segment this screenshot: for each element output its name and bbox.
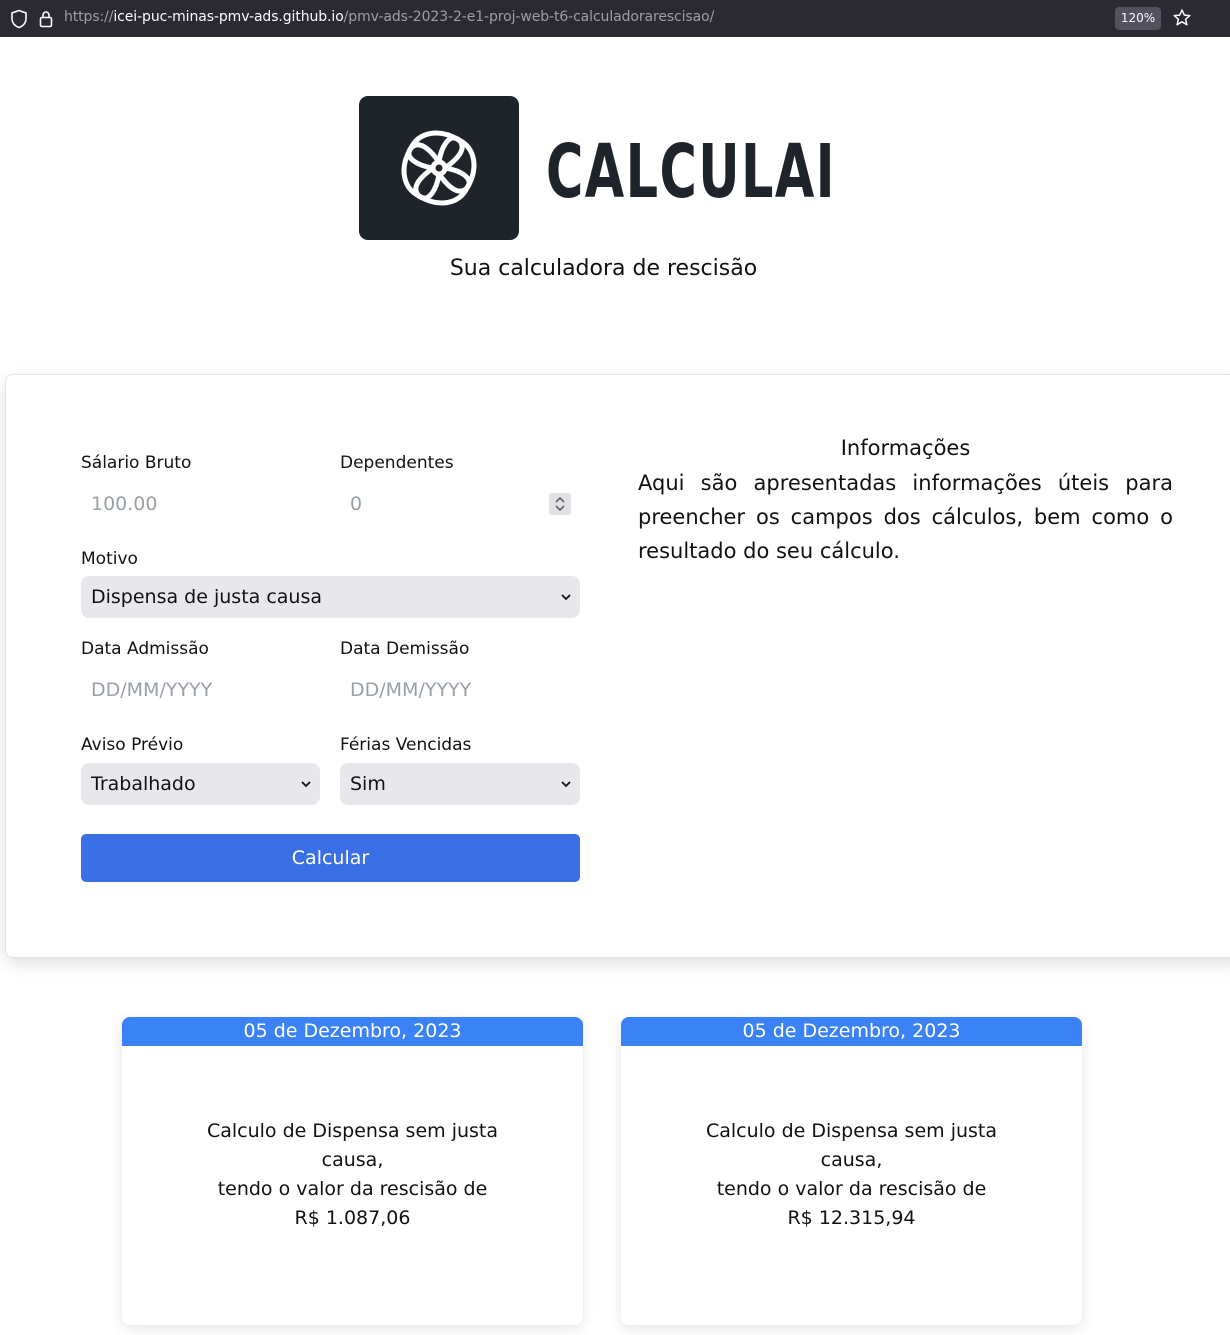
aviso-label: Aviso Prévio xyxy=(81,735,184,755)
result-body: Calculo de Dispensa sem justa causa, ten… xyxy=(122,1117,583,1233)
result-value: R$ 1.087,06 xyxy=(294,1207,411,1229)
dependentes-placeholder: 0 xyxy=(350,493,363,515)
result-date: 05 de Dezembro, 2023 xyxy=(621,1017,1082,1046)
calcular-button[interactable]: Calcular xyxy=(81,834,580,882)
number-spinner-icon[interactable] xyxy=(549,493,571,515)
url-prefix: https:// xyxy=(64,9,114,25)
shield-icon[interactable] xyxy=(10,9,28,29)
zoom-level-button[interactable]: 120% xyxy=(1115,7,1161,30)
ferias-value: Sim xyxy=(350,773,386,795)
result-card: 05 de Dezembro, 2023 Calculo de Dispensa… xyxy=(621,1017,1082,1325)
result-line: tendo o valor da rescisão de xyxy=(217,1178,488,1200)
info-title: Informações xyxy=(840,436,971,460)
result-line: Calculo de Dispensa sem justa xyxy=(705,1120,998,1142)
page-subtitle: Sua calculadora de rescisão xyxy=(449,256,758,281)
result-value: R$ 12.315,94 xyxy=(787,1207,916,1229)
aviso-value: Trabalhado xyxy=(91,773,196,795)
ferias-label: Férias Vencidas xyxy=(340,735,472,755)
salario-input[interactable]: 100.00 xyxy=(81,483,320,525)
result-line: tendo o valor da rescisão de xyxy=(716,1178,987,1200)
motivo-label: Motivo xyxy=(81,549,138,569)
admissao-input[interactable]: DD/MM/YYYY xyxy=(81,669,320,711)
admissao-label: Data Admissão xyxy=(81,639,209,659)
motivo-value: Dispensa de justa causa xyxy=(91,586,322,608)
result-card: 05 de Dezembro, 2023 Calculo de Dispensa… xyxy=(122,1017,583,1325)
ferias-select[interactable]: Sim xyxy=(340,763,580,805)
url-path: /pmv-ads-2023-2-e1-proj-web-t6-calculado… xyxy=(343,9,715,25)
result-date: 05 de Dezembro, 2023 xyxy=(122,1017,583,1046)
demissao-input[interactable]: DD/MM/YYYY xyxy=(340,669,580,711)
calculai-wordmark: CALCULAI xyxy=(546,129,836,215)
result-line: Calculo de Dispensa sem justa xyxy=(206,1120,499,1142)
motivo-select[interactable]: Dispensa de justa causa xyxy=(81,576,580,618)
info-text: Aqui são apresentadas informações úteis … xyxy=(638,471,1173,563)
logo-text: CALCULAI xyxy=(546,129,836,215)
chevron-down-icon xyxy=(561,781,571,788)
aviso-select[interactable]: Trabalhado xyxy=(81,763,320,805)
dependentes-input[interactable]: 0 xyxy=(340,483,580,525)
lock-icon[interactable] xyxy=(38,9,54,29)
demissao-label: Data Demissão xyxy=(340,639,470,659)
result-line: causa, xyxy=(820,1149,883,1171)
chevron-down-icon xyxy=(301,781,311,788)
bookmark-star-icon[interactable] xyxy=(1172,8,1192,28)
aperture-logo-icon xyxy=(401,130,477,206)
dependentes-label: Dependentes xyxy=(340,453,454,473)
url-host: icei-puc-minas-pmv-ads.github.io xyxy=(113,9,344,25)
salario-label: Sálario Bruto xyxy=(81,453,192,473)
chevron-down-icon xyxy=(561,594,571,601)
result-line: causa, xyxy=(321,1149,384,1171)
browser-toolbar: https://icei-puc-minas-pmv-ads.github.io… xyxy=(0,0,1230,37)
result-body: Calculo de Dispensa sem justa causa, ten… xyxy=(621,1117,1082,1233)
address-bar[interactable]: https://icei-puc-minas-pmv-ads.github.io… xyxy=(64,9,714,25)
logo-emblem xyxy=(359,96,519,240)
